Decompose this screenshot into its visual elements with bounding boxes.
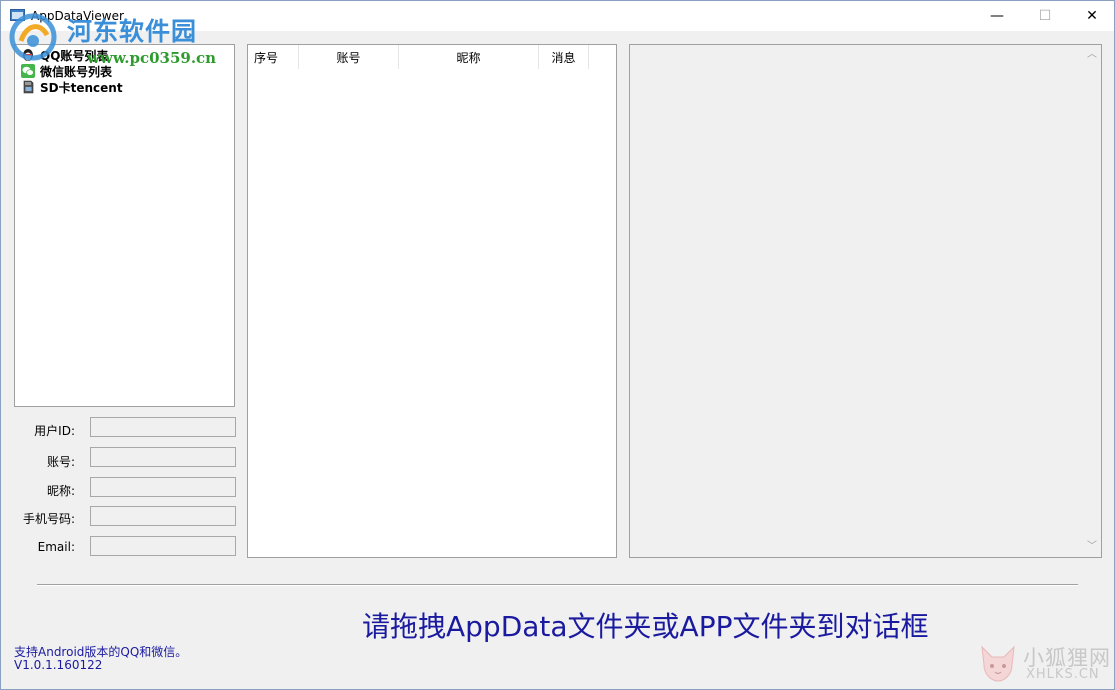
column-header-account[interactable]: 账号 xyxy=(299,45,399,69)
user-id-field[interactable] xyxy=(90,417,236,437)
phone-label: 手机号码: xyxy=(5,510,75,527)
close-button[interactable]: ✕ xyxy=(1069,1,1115,31)
wechat-icon xyxy=(21,64,35,78)
column-header-nickname[interactable]: 昵称 xyxy=(399,45,539,69)
list-header: 序号 账号 昵称 消息 xyxy=(248,45,589,69)
nickname-field[interactable] xyxy=(90,477,236,497)
account-tree[interactable]: QQ账号列表 微信账号列表 SD卡tencent xyxy=(14,44,235,407)
drop-hint-text: 请拖拽AppData文件夹或APP文件夹到对话框 xyxy=(362,605,928,645)
phone-field[interactable] xyxy=(90,506,236,526)
column-header-index[interactable]: 序号 xyxy=(248,45,299,69)
minimize-button[interactable]: — xyxy=(974,1,1020,31)
email-field[interactable] xyxy=(90,536,236,556)
watermark-corner-en: XHLKS.CN xyxy=(1026,667,1100,682)
fox-logo-icon xyxy=(978,641,1018,685)
user-id-label: 用户ID: xyxy=(5,422,75,439)
message-list[interactable]: 序号 账号 昵称 消息 xyxy=(247,44,617,558)
watermark-logo xyxy=(7,11,59,63)
watermark-site-name: 河东软件园 xyxy=(67,12,197,48)
nickname-label: 昵称: xyxy=(5,482,75,499)
account-field[interactable] xyxy=(90,447,236,467)
tree-item-sd-card-tencent[interactable]: SD卡tencent xyxy=(21,79,123,95)
tree-item-label: SD卡tencent xyxy=(40,79,123,96)
email-label: Email: xyxy=(5,540,75,554)
app-window: AppDataViewer — ☐ ✕ QQ账号列表 微信账号列表 xyxy=(0,0,1115,690)
version-text: V1.0.1.160122 xyxy=(14,658,102,672)
scroll-up-arrow-icon[interactable]: ︿ xyxy=(1086,49,1098,61)
separator-line xyxy=(37,584,1078,586)
sd-card-icon xyxy=(21,80,35,94)
content-viewer[interactable]: ︿ ﹀ xyxy=(629,44,1102,558)
account-label: 账号: xyxy=(5,453,75,470)
scroll-down-arrow-icon[interactable]: ﹀ xyxy=(1086,541,1098,553)
column-header-message[interactable]: 消息 xyxy=(539,45,589,69)
maximize-button[interactable]: ☐ xyxy=(1022,1,1068,31)
watermark-site-url: www.pc0359.cn xyxy=(87,49,216,67)
